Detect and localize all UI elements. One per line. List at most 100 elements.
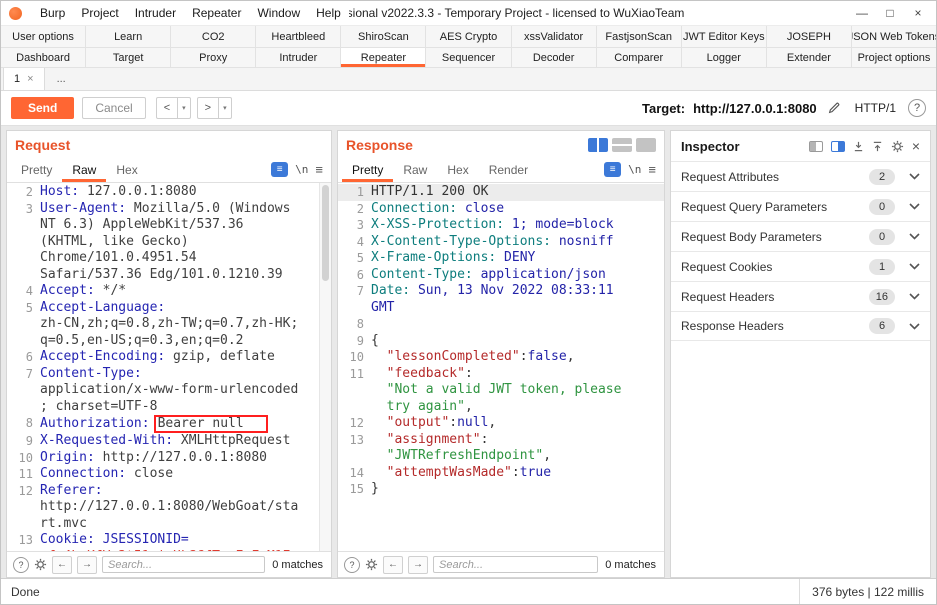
- repeater-tab-1[interactable]: 1 ×: [3, 68, 45, 90]
- editor-line[interactable]: try again",: [338, 399, 664, 416]
- expand-all-icon[interactable]: [872, 141, 883, 152]
- columns-layout-icon[interactable]: [588, 138, 608, 152]
- help-icon[interactable]: ?: [908, 99, 926, 117]
- chevron-down-icon[interactable]: [909, 263, 920, 270]
- inspector-section-request-cookies[interactable]: Request Cookies1: [671, 251, 930, 281]
- response-view-tab-render[interactable]: Render: [479, 157, 538, 182]
- editor-line[interactable]: Chrome/101.0.4951.54: [7, 250, 331, 267]
- editor-line[interactable]: 12Referer:: [7, 483, 331, 500]
- module-tab-sequencer[interactable]: Sequencer: [426, 48, 511, 67]
- inspector-section-response-headers[interactable]: Response Headers6: [671, 311, 930, 341]
- extension-tab-joseph[interactable]: JOSEPH: [767, 26, 852, 47]
- module-tab-decoder[interactable]: Decoder: [512, 48, 597, 67]
- request-view-tab-raw[interactable]: Raw: [62, 157, 106, 182]
- editor-line[interactable]: 4Accept: */*: [7, 283, 331, 300]
- editor-line[interactable]: 14 "attemptWasMade":true: [338, 465, 664, 482]
- send-button[interactable]: Send: [11, 97, 74, 119]
- maximize-button[interactable]: □: [876, 1, 904, 25]
- show-newlines-icon[interactable]: \n: [628, 163, 641, 176]
- extension-tab-heartbleed[interactable]: Heartbleed: [256, 26, 341, 47]
- extension-tab-aes-crypto[interactable]: AES Crypto: [426, 26, 511, 47]
- module-tab-intruder[interactable]: Intruder: [256, 48, 341, 67]
- edit-target-icon[interactable]: [827, 101, 841, 115]
- editor-line[interactable]: 2Host: 127.0.0.1:8080: [7, 184, 331, 201]
- inspector-section-request-attributes[interactable]: Request Attributes2: [671, 161, 930, 191]
- response-view-tab-raw[interactable]: Raw: [393, 157, 437, 182]
- menu-window[interactable]: Window: [249, 1, 308, 25]
- response-view-tab-pretty[interactable]: Pretty: [342, 157, 393, 182]
- editor-line[interactable]: 6Accept-Encoding: gzip, deflate: [7, 349, 331, 366]
- editor-line[interactable]: 6Content-Type: application/json: [338, 267, 664, 284]
- editor-line[interactable]: 9X-Requested-With: XMLHttpRequest: [7, 433, 331, 450]
- editor-line[interactable]: 10 "lessonCompleted":false,: [338, 349, 664, 366]
- search-next-icon[interactable]: →: [77, 556, 97, 574]
- extension-tab-shiroscan[interactable]: ShiroScan: [341, 26, 426, 47]
- search-settings-gear-icon[interactable]: [365, 558, 378, 571]
- response-view-tab-hex[interactable]: Hex: [437, 157, 478, 182]
- editor-line[interactable]: 3X-XSS-Protection: 1; mode=block: [338, 217, 664, 234]
- extension-tab-fastjsonscan[interactable]: FastjsonScan: [597, 26, 682, 47]
- editor-line[interactable]: 15}: [338, 481, 664, 498]
- editor-line[interactable]: 11Connection: close: [7, 466, 331, 483]
- editor-line[interactable]: ; charset=UTF-8: [7, 399, 331, 416]
- format-settings-icon[interactable]: ≡: [604, 162, 621, 177]
- module-tab-comparer[interactable]: Comparer: [597, 48, 682, 67]
- editor-line[interactable]: vfn4LmKfVn3t51niaULSCfTs-EzFrM1E: [7, 549, 331, 552]
- editor-menu-icon[interactable]: ≡: [315, 162, 323, 177]
- dock-left-icon[interactable]: [809, 141, 823, 152]
- inspector-settings-gear-icon[interactable]: [891, 140, 904, 153]
- request-scrollbar[interactable]: [319, 183, 331, 551]
- editor-line[interactable]: http://127.0.0.1:8080/WebGoat/sta: [7, 499, 331, 516]
- inspector-close-icon[interactable]: ×: [912, 139, 920, 153]
- editor-line[interactable]: 13 "assignment":: [338, 432, 664, 449]
- search-settings-gear-icon[interactable]: [34, 558, 47, 571]
- format-settings-icon[interactable]: ≡: [271, 162, 288, 177]
- editor-line[interactable]: 7Content-Type:: [7, 366, 331, 383]
- search-next-icon[interactable]: →: [408, 556, 428, 574]
- request-search-input[interactable]: [102, 556, 265, 573]
- search-help-icon[interactable]: ?: [13, 557, 29, 573]
- rows-layout-icon[interactable]: [612, 138, 632, 152]
- editor-line[interactable]: "JWTRefreshEndpoint",: [338, 448, 664, 465]
- editor-line[interactable]: 2Connection: close: [338, 201, 664, 218]
- editor-line[interactable]: 1HTTP/1.1 200 OK: [338, 184, 664, 201]
- search-help-icon[interactable]: ?: [344, 557, 360, 573]
- menu-intruder[interactable]: Intruder: [127, 1, 184, 25]
- scrollbar-thumb[interactable]: [322, 185, 329, 281]
- response-search-input[interactable]: [433, 556, 598, 573]
- response-editor[interactable]: 1HTTP/1.1 200 OK2Connection: close3X-XSS…: [338, 183, 664, 551]
- next-dropdown-caret-icon[interactable]: ▾: [218, 98, 231, 118]
- module-tab-project-options[interactable]: Project options: [852, 48, 936, 67]
- module-tab-logger[interactable]: Logger: [682, 48, 767, 67]
- module-tab-dashboard[interactable]: Dashboard: [1, 48, 86, 67]
- editor-line[interactable]: 10Origin: http://127.0.0.1:8080: [7, 450, 331, 467]
- editor-line[interactable]: 4X-Content-Type-Options: nosniff: [338, 234, 664, 251]
- editor-line[interactable]: application/x-www-form-urlencoded: [7, 382, 331, 399]
- minimize-button[interactable]: —: [848, 1, 876, 25]
- editor-line[interactable]: 3User-Agent: Mozilla/5.0 (Windows: [7, 201, 331, 218]
- prev-request-button[interactable]: < ▾: [156, 97, 191, 119]
- request-view-tab-hex[interactable]: Hex: [106, 157, 147, 182]
- menu-help[interactable]: Help: [308, 1, 349, 25]
- request-view-tab-pretty[interactable]: Pretty: [11, 157, 62, 182]
- search-prev-icon[interactable]: ←: [52, 556, 72, 574]
- editor-line[interactable]: 7Date: Sun, 13 Nov 2022 08:33:11: [338, 283, 664, 300]
- repeater-tab-more[interactable]: ...: [45, 68, 78, 90]
- module-tab-proxy[interactable]: Proxy: [171, 48, 256, 67]
- editor-line[interactable]: 5Accept-Language:: [7, 300, 331, 317]
- show-newlines-icon[interactable]: \n: [295, 163, 308, 176]
- editor-line[interactable]: 8: [338, 316, 664, 333]
- editor-line[interactable]: "Not a valid JWT token, please: [338, 382, 664, 399]
- chevron-down-icon[interactable]: [909, 233, 920, 240]
- module-tab-extender[interactable]: Extender: [767, 48, 852, 67]
- extension-tab-learn[interactable]: Learn: [86, 26, 171, 47]
- editor-line[interactable]: q=0.5,en-US;q=0.3,en;q=0.2: [7, 333, 331, 350]
- extension-tab-xssvalidator[interactable]: xssValidator: [512, 26, 597, 47]
- collapse-all-icon[interactable]: [853, 141, 864, 152]
- inspector-section-request-body-parameters[interactable]: Request Body Parameters0: [671, 221, 930, 251]
- extension-tab-co2[interactable]: CO2: [171, 26, 256, 47]
- editor-line[interactable]: 5X-Frame-Options: DENY: [338, 250, 664, 267]
- close-tab-icon[interactable]: ×: [27, 73, 33, 85]
- chevron-down-icon[interactable]: [909, 323, 920, 330]
- editor-line[interactable]: 9{: [338, 333, 664, 350]
